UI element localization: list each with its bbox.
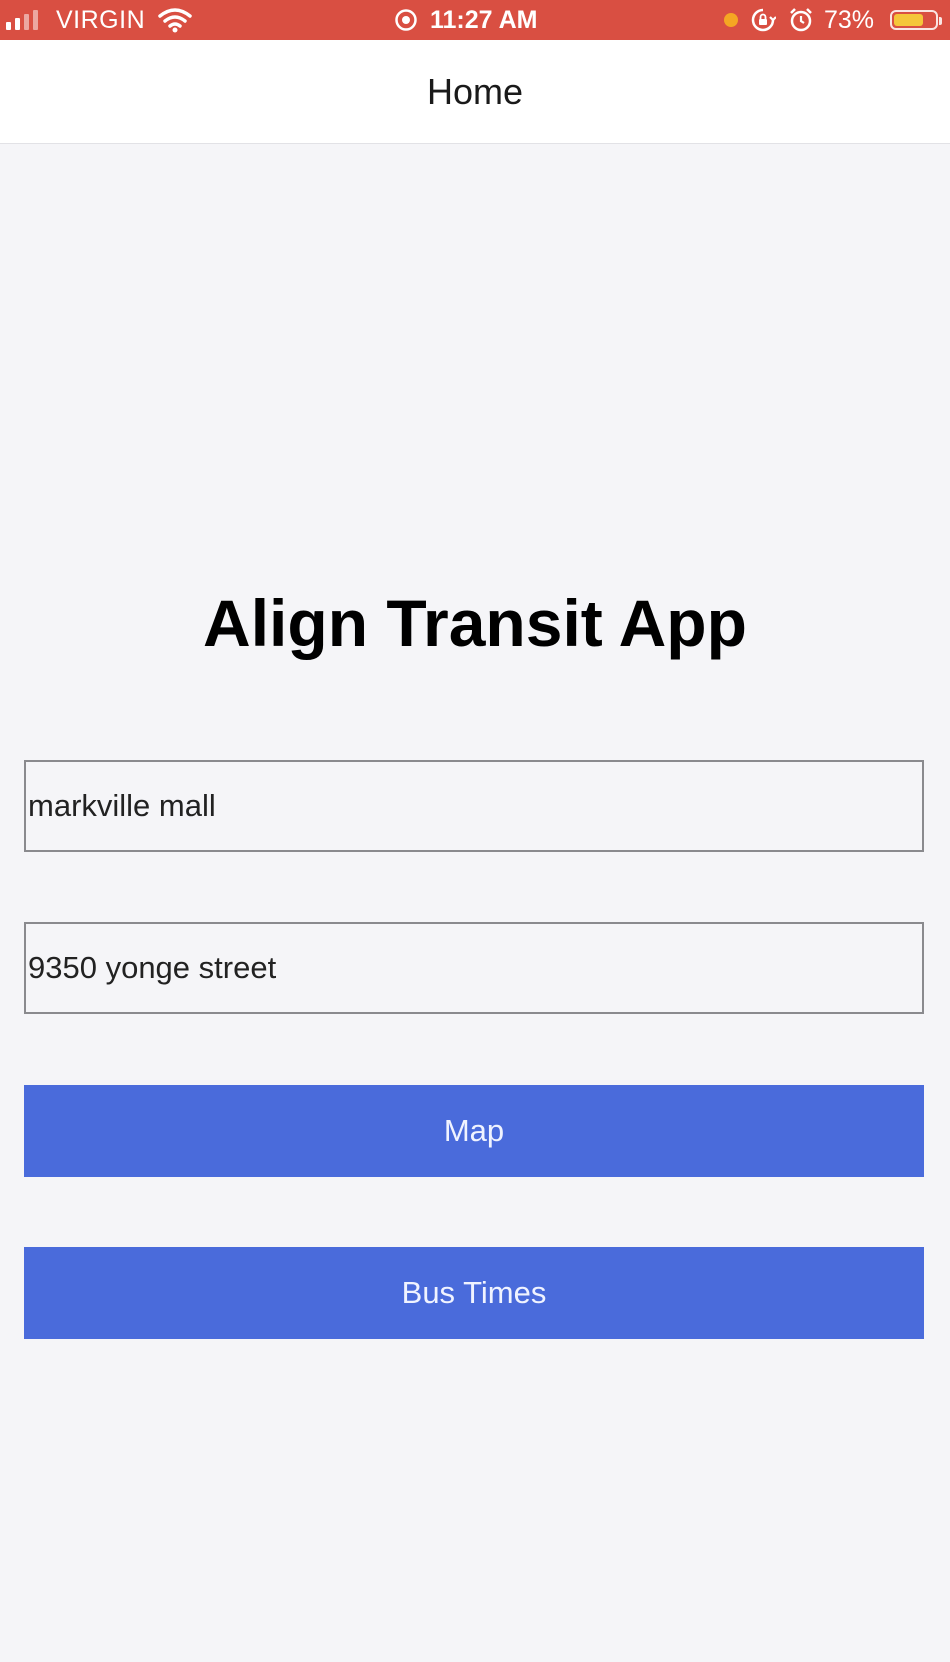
page-title: Align Transit App xyxy=(203,586,747,660)
status-bar: VIRGIN 11:27 AM 73% xyxy=(0,0,950,40)
origin-input[interactable] xyxy=(24,760,924,852)
destination-input[interactable] xyxy=(24,922,924,1014)
battery-icon xyxy=(890,0,942,40)
app-screen: VIRGIN 11:27 AM 73% Home Align Transit A… xyxy=(0,0,950,1662)
orange-dot-indicator xyxy=(724,0,738,40)
carrier-label: VIRGIN xyxy=(56,5,146,34)
map-button[interactable]: Map xyxy=(24,1085,924,1177)
nav-title: Home xyxy=(426,70,524,112)
location-icon xyxy=(394,0,418,40)
rotation-lock-icon xyxy=(750,0,776,40)
battery-percent: 73% xyxy=(824,5,875,34)
alarm-icon xyxy=(788,0,814,40)
battery-fill xyxy=(894,14,924,26)
wifi-icon xyxy=(158,0,192,40)
signal-icon xyxy=(6,0,38,40)
bus-times-button[interactable]: Bus Times xyxy=(24,1247,924,1339)
navigation-bar: Home xyxy=(0,40,950,144)
status-time: 11:27 AM xyxy=(430,5,538,34)
